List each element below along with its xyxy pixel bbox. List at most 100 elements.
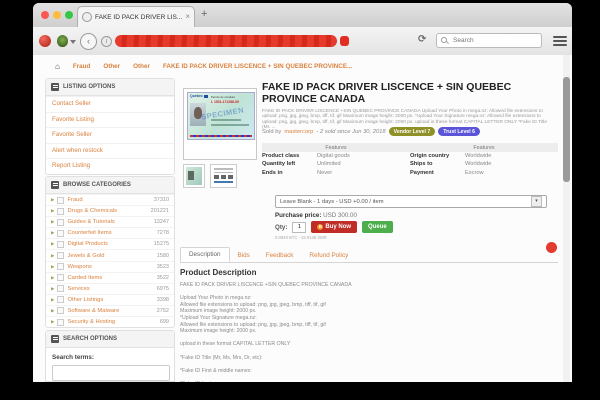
- favorite-seller-link[interactable]: Favorite Seller: [46, 127, 174, 143]
- folder-icon: [57, 219, 64, 226]
- tab-description[interactable]: Description: [180, 247, 230, 262]
- scrollbar-thumb[interactable]: [563, 77, 570, 182]
- expand-arrow-icon[interactable]: ▶: [51, 286, 54, 292]
- expand-arrow-icon[interactable]: ▶: [51, 230, 54, 236]
- queue-button[interactable]: Queue: [362, 221, 393, 233]
- vendor-link[interactable]: mastercorp: [284, 129, 313, 135]
- category-row[interactable]: ▶Drugs & Chemicals201221: [46, 205, 174, 216]
- search-options-header: SEARCH OPTIONS: [46, 331, 174, 348]
- qty-input[interactable]: [292, 222, 306, 233]
- category-count: 3523: [157, 264, 169, 270]
- buy-now-button[interactable]: B Buy Now: [311, 221, 357, 233]
- reload-icon[interactable]: ⟳: [418, 34, 430, 46]
- floating-red-button[interactable]: [546, 242, 557, 253]
- category-label[interactable]: Fraud: [67, 197, 150, 203]
- url-bar-redacted[interactable]: [115, 35, 337, 47]
- category-row[interactable]: ▶Carded Items3522: [46, 272, 174, 283]
- category-label[interactable]: Counterfeit Items: [67, 230, 153, 236]
- category-label[interactable]: Security & Hosting: [67, 319, 156, 325]
- category-row[interactable]: ▶Other Listings3398: [46, 294, 174, 305]
- site-info-icon[interactable]: i: [101, 36, 112, 47]
- product-tabs: Description Bids Feedback Refund Policy: [180, 248, 558, 263]
- expand-arrow-icon[interactable]: ▶: [51, 253, 54, 259]
- category-row[interactable]: ▶Security & Hosting699: [46, 316, 174, 327]
- feature-key: Origin country: [410, 153, 465, 159]
- breadcrumb-fraud[interactable]: Fraud: [73, 63, 91, 70]
- category-row[interactable]: ▶Counterfeit Items7278: [46, 227, 174, 238]
- sold-by-label: Sold by: [262, 129, 281, 135]
- thumbnail-front[interactable]: [183, 164, 205, 188]
- vendor-level-badge: Vendor Level 7: [389, 127, 436, 136]
- category-label[interactable]: Guides & Tutorials: [67, 219, 150, 225]
- category-row[interactable]: ▶ Guides & Tutorials 13247: [46, 216, 174, 227]
- category-label[interactable]: Digital Products: [67, 241, 150, 247]
- expand-arrow-icon[interactable]: ▶: [51, 308, 54, 314]
- category-row[interactable]: ▶Jewels & Gold1580: [46, 249, 174, 260]
- product-image-frame[interactable]: Québec Permis de conduire L 1531-171288-…: [183, 88, 257, 160]
- report-listing-link[interactable]: Report Listing: [46, 158, 174, 174]
- new-tab-button[interactable]: +: [201, 8, 207, 20]
- offer-dropdown[interactable]: Leave Blank - 1 days - USD +0.00 / item …: [275, 195, 547, 208]
- card-number-text: L 1531-171288-09: [211, 100, 239, 104]
- card-region-label: Québec: [190, 94, 203, 98]
- favorite-listing-link[interactable]: Favorite Listing: [46, 112, 174, 128]
- id-card-image: Québec Permis de conduire L 1531-171288-…: [187, 92, 255, 140]
- browser-search-input[interactable]: [451, 36, 537, 45]
- category-row[interactable]: ▶Software & Malware2752: [46, 305, 174, 316]
- window-close-button[interactable]: [41, 11, 49, 19]
- category-count: 13247: [154, 219, 169, 225]
- category-row[interactable]: ▶ Fraud 37310: [46, 194, 174, 205]
- chevron-down-icon[interactable]: [70, 40, 76, 44]
- feature-key: Payment: [410, 170, 465, 176]
- feature-key: Ships to: [410, 161, 465, 167]
- category-label[interactable]: Other Listings: [67, 297, 153, 303]
- category-label[interactable]: Carded Items: [67, 275, 153, 281]
- breadcrumb-other-1[interactable]: Other: [103, 63, 120, 70]
- browser-search-box[interactable]: [436, 33, 542, 48]
- window-minimize-button[interactable]: [53, 11, 61, 19]
- browser-tab[interactable]: FAKE ID PACK DRIVER LIS... ×: [77, 6, 195, 27]
- tab-title: FAKE ID PACK DRIVER LIS...: [95, 14, 182, 21]
- contact-seller-link[interactable]: Contact Seller: [46, 96, 174, 112]
- category-label[interactable]: Drugs & Chemicals: [67, 208, 147, 214]
- expand-arrow-icon[interactable]: ▶: [51, 319, 54, 325]
- tab-feedback[interactable]: Feedback: [258, 249, 302, 262]
- expand-arrow-icon[interactable]: ▶: [51, 219, 54, 225]
- card-header-text: Permis de conduire: [211, 95, 235, 99]
- expand-arrow-icon[interactable]: ▶: [51, 297, 54, 303]
- window-zoom-button[interactable]: [65, 11, 73, 19]
- tor-onion-icon[interactable]: [57, 35, 68, 47]
- category-row[interactable]: ▶Services6975: [46, 283, 174, 294]
- expand-arrow-icon[interactable]: ▶: [51, 208, 54, 214]
- buy-now-label: Buy Now: [325, 224, 351, 230]
- feature-key: Quantity left: [262, 161, 317, 167]
- folder-icon: [57, 252, 64, 259]
- back-button[interactable]: ‹: [80, 33, 97, 50]
- category-label[interactable]: Services: [67, 286, 153, 292]
- tab-close-icon[interactable]: ×: [185, 13, 190, 21]
- category-label[interactable]: Jewels & Gold: [67, 253, 153, 259]
- tab-bids[interactable]: Bids: [230, 249, 258, 262]
- feature-value: Unlimited: [317, 161, 410, 167]
- home-icon[interactable]: ⌂: [55, 62, 60, 71]
- alert-restock-link[interactable]: Alert when restock: [46, 143, 174, 159]
- search-terms-input[interactable]: [52, 365, 170, 381]
- expand-arrow-icon[interactable]: ▶: [51, 241, 54, 247]
- category-count: 15275: [154, 241, 169, 247]
- addon-icon[interactable]: [39, 35, 51, 47]
- category-label[interactable]: Weapons: [67, 264, 153, 270]
- expand-arrow-icon[interactable]: ▶: [51, 197, 54, 203]
- browse-categories-title: BROWSE CATEGORIES: [63, 182, 131, 188]
- expand-arrow-icon[interactable]: ▶: [51, 264, 54, 270]
- category-label[interactable]: Software & Malware: [67, 308, 153, 314]
- category-row[interactable]: ▶ Weapons 3523: [46, 261, 174, 272]
- tab-refund-policy[interactable]: Refund Policy: [301, 249, 356, 262]
- breadcrumb-other-2[interactable]: Other: [133, 63, 150, 70]
- crypto-equivalent: 0.0949 BTC - 22.9145 XMR: [275, 235, 327, 240]
- feature-value: Never: [317, 170, 410, 176]
- category-count: 37310: [154, 197, 169, 203]
- thumbnail-back[interactable]: [210, 164, 237, 188]
- category-row[interactable]: ▶ Digital Products 15275: [46, 238, 174, 249]
- expand-arrow-icon[interactable]: ▶: [51, 275, 54, 281]
- hamburger-menu-icon[interactable]: [553, 36, 567, 46]
